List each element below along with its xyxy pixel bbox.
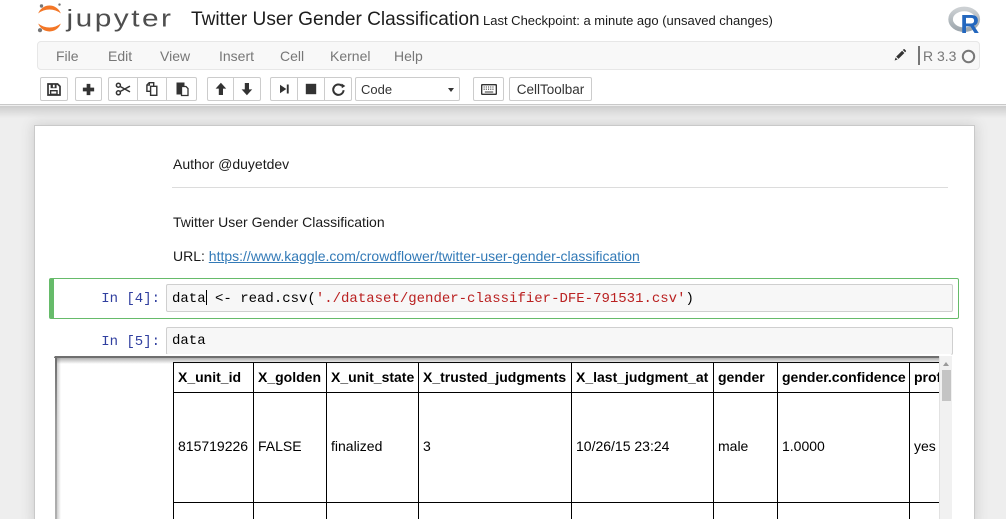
svg-text:R: R [961, 9, 980, 36]
svg-text:jupyter: jupyter [65, 6, 173, 33]
